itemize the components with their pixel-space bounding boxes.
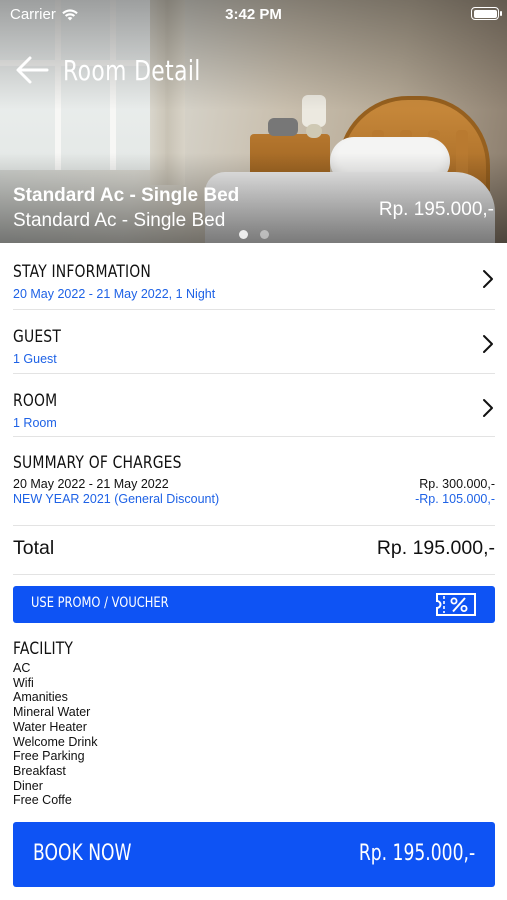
charge-amount: Rp. 300.000,- xyxy=(419,477,495,491)
carousel-dot[interactable] xyxy=(260,230,269,239)
facility-item: Free Coffe xyxy=(13,793,72,808)
guest-row[interactable]: GUEST 1 Guest xyxy=(13,327,495,366)
total-amount: Rp. 195.000,- xyxy=(376,537,495,559)
stay-information-value: 20 May 2022 - 21 May 2022, 1 Night xyxy=(13,287,216,301)
facility-item: AC xyxy=(13,661,31,675)
book-now-price: Rp. 195.000,- xyxy=(358,841,475,866)
chevron-right-icon xyxy=(483,335,493,353)
room-name: Standard Ac - Single Bed xyxy=(13,185,240,206)
room-heading: ROOM xyxy=(13,391,58,411)
back-arrow-icon[interactable] xyxy=(14,52,50,88)
divider xyxy=(13,309,495,310)
room-value: 1 Room xyxy=(13,416,57,430)
nav-bar: Room Detail xyxy=(14,50,240,90)
room-price: Rp. 195.000,- xyxy=(378,199,494,220)
facility-item: Mineral Water xyxy=(13,705,91,720)
facility-item: Free Parking xyxy=(13,749,85,764)
room-row[interactable]: ROOM 1 Room xyxy=(13,391,495,430)
page-title: Room Detail xyxy=(63,53,201,87)
chevron-right-icon xyxy=(483,399,493,417)
discount-line: NEW YEAR 2021 (General Discount) -Rp. 10… xyxy=(13,492,495,506)
summary-of-charges: SUMMARY OF CHARGES 20 May 2022 - 21 May … xyxy=(13,453,495,506)
clock: 3:42 PM xyxy=(225,6,282,23)
guest-value: 1 Guest xyxy=(13,352,57,366)
facility-item: Breakfast xyxy=(13,763,66,778)
facility-list: AC Wifi Amanities Mineral Water Water He… xyxy=(13,661,98,808)
total-row: Total Rp. 195.000,- xyxy=(13,537,495,560)
stay-information-row[interactable]: STAY INFORMATION 20 May 2022 - 21 May 20… xyxy=(13,262,495,301)
room-subtitle: Standard Ac - Single Bed xyxy=(13,210,226,231)
facility-heading: FACILITY xyxy=(13,639,74,659)
voucher-icon xyxy=(436,593,476,616)
phone-decor xyxy=(268,118,298,136)
facility-item: Amanities xyxy=(13,690,68,705)
charge-label: 20 May 2022 - 21 May 2022 xyxy=(13,477,169,491)
battery-icon xyxy=(471,7,502,20)
divider xyxy=(13,436,495,437)
book-now-label: BOOK NOW xyxy=(33,841,132,866)
status-bar: Carrier 3:42 PM xyxy=(0,0,507,28)
discount-amount: -Rp. 105.000,- xyxy=(415,492,495,506)
guest-heading: GUEST xyxy=(13,327,62,347)
book-now-button[interactable]: BOOK NOW Rp. 195.000,- xyxy=(13,822,495,887)
facility-item: Diner xyxy=(13,778,43,793)
carousel-indicator xyxy=(239,230,269,239)
total-label: Total xyxy=(13,537,55,559)
divider xyxy=(13,574,495,575)
chevron-right-icon xyxy=(483,270,493,288)
divider xyxy=(13,373,495,374)
carousel-dot-active[interactable] xyxy=(239,230,248,239)
charge-line: 20 May 2022 - 21 May 2022 Rp. 300.000,- xyxy=(13,477,495,491)
promo-label: USE PROMO / VOUCHER xyxy=(31,595,169,611)
facility-item: Welcome Drink xyxy=(13,734,98,749)
facility-item: Wifi xyxy=(13,675,34,690)
stay-information-heading: STAY INFORMATION xyxy=(13,262,152,282)
summary-heading: SUMMARY OF CHARGES xyxy=(13,453,182,473)
facility-item: Water Heater xyxy=(13,719,87,734)
use-promo-voucher-button[interactable]: USE PROMO / VOUCHER xyxy=(13,586,495,623)
discount-label: NEW YEAR 2021 (General Discount) xyxy=(13,492,220,506)
divider xyxy=(13,525,495,526)
